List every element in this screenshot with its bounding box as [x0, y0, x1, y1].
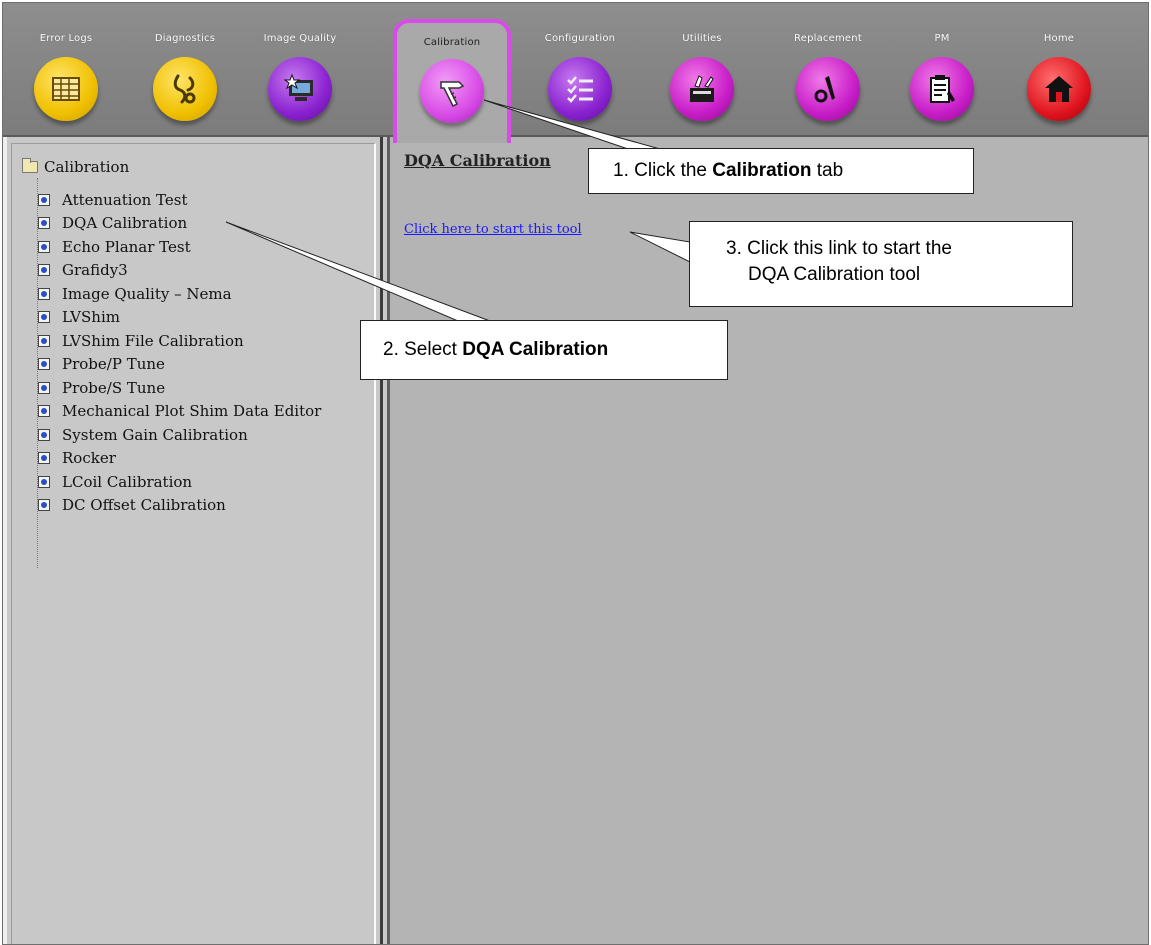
- tab-configuration[interactable]: Configuration: [521, 15, 639, 135]
- document-icon: [38, 405, 50, 418]
- tree-view: Calibration Attenuation Test DQA Calibra…: [11, 143, 376, 944]
- tab-label: Configuration: [544, 33, 616, 44]
- document-icon: [38, 311, 50, 324]
- document-icon: [38, 193, 50, 206]
- document-icon: [38, 381, 50, 394]
- callout-text: 2. Select: [383, 339, 463, 360]
- tree-item-system-gain-calibration[interactable]: System Gain Calibration: [38, 423, 321, 447]
- tree-item-lvshim-file-calibration[interactable]: LVShim File Calibration: [38, 329, 321, 353]
- home-icon: [1027, 57, 1091, 121]
- tab-diagnostics[interactable]: Diagnostics: [126, 15, 244, 135]
- tab-error-logs[interactable]: Error Logs: [7, 15, 125, 135]
- page-title: DQA Calibration: [404, 151, 551, 170]
- document-icon: [38, 334, 50, 347]
- tree-item-label: System Gain Calibration: [62, 425, 248, 444]
- tab-image-quality[interactable]: Image Quality: [241, 15, 359, 135]
- start-tool-link[interactable]: Click here to start this tool: [404, 222, 582, 237]
- tree-item-attenuation-test[interactable]: Attenuation Test: [38, 188, 321, 212]
- sidebar: Calibration Attenuation Test DQA Calibra…: [3, 137, 383, 944]
- tree-item-dqa-calibration[interactable]: DQA Calibration: [38, 212, 321, 236]
- document-icon: [38, 264, 50, 277]
- tree-item-rocker[interactable]: Rocker: [38, 447, 321, 471]
- callout-bold-text: DQA Calibration: [462, 339, 609, 360]
- tree-item-label: Rocker: [62, 449, 116, 468]
- tree-item-label: LVShim File Calibration: [62, 331, 244, 350]
- callout-text: DQA Calibration tool: [748, 264, 921, 285]
- stethoscope-icon: [153, 57, 217, 121]
- document-icon: [38, 499, 50, 512]
- document-icon: [38, 217, 50, 230]
- tree-root-label: Calibration: [44, 158, 130, 176]
- caliper-icon: [420, 59, 484, 123]
- document-icon: [38, 452, 50, 465]
- tab-label: Home: [1043, 33, 1075, 44]
- tree-item-label: Attenuation Test: [62, 190, 188, 209]
- tree-item-dc-offset-calibration[interactable]: DC Offset Calibration: [38, 494, 321, 518]
- toolbox-icon: [670, 57, 734, 121]
- tree-item-echo-planar-test[interactable]: Echo Planar Test: [38, 235, 321, 259]
- tree-item-label: Probe/S Tune: [62, 378, 166, 397]
- tree-item-label: DQA Calibration: [62, 214, 188, 233]
- tree-item-label: Probe/P Tune: [62, 355, 165, 374]
- tree-item-label: LVShim: [62, 308, 120, 327]
- clipboard-icon: [910, 57, 974, 121]
- tree-root-calibration[interactable]: Calibration: [22, 158, 129, 176]
- tab-label: Diagnostics: [154, 33, 216, 44]
- tab-label: Calibration: [423, 37, 481, 48]
- monitor-star-icon: [268, 57, 332, 121]
- tree-item-label: LCoil Calibration: [62, 472, 193, 491]
- tab-label: Error Logs: [39, 33, 93, 44]
- document-icon: [38, 475, 50, 488]
- tab-utilities[interactable]: Utilities: [643, 15, 761, 135]
- callout-text: 3. Click this link to start the: [726, 238, 952, 259]
- tab-replacement[interactable]: Replacement: [769, 15, 887, 135]
- grid-icon: [34, 57, 98, 121]
- tree-item-lvshim[interactable]: LVShim: [38, 306, 321, 330]
- document-icon: [38, 358, 50, 371]
- callout-text: tab: [811, 160, 844, 181]
- callout-text: 1. Click the: [613, 160, 713, 181]
- tree-item-label: Image Quality – Nema: [62, 284, 232, 303]
- folder-icon: [22, 158, 38, 173]
- tab-bar: Error Logs Diagnostics Image Quality Cal…: [3, 3, 1148, 143]
- document-icon: [38, 240, 50, 253]
- callout-step-2: 2. Select DQA Calibration: [360, 320, 728, 380]
- tree-item-label: Grafidy3: [62, 261, 128, 280]
- tab-label: Image Quality: [263, 33, 337, 44]
- tree-list: Attenuation Test DQA Calibration Echo Pl…: [38, 188, 321, 517]
- tree-item-probe-p-tune[interactable]: Probe/P Tune: [38, 353, 321, 377]
- tab-pm[interactable]: PM: [883, 15, 1001, 135]
- callout-bold-text: Calibration: [712, 160, 812, 181]
- wrench-icon: [796, 57, 860, 121]
- tree-item-mechanical-plot-shim-data-editor[interactable]: Mechanical Plot Shim Data Editor: [38, 400, 321, 424]
- tree-item-label: Echo Planar Test: [62, 237, 191, 256]
- tree-item-lcoil-calibration[interactable]: LCoil Calibration: [38, 470, 321, 494]
- document-icon: [38, 428, 50, 441]
- tab-label: PM: [934, 33, 950, 44]
- application-window: Error Logs Diagnostics Image Quality Cal…: [2, 2, 1149, 945]
- tab-label: Utilities: [682, 33, 722, 44]
- tab-home[interactable]: Home: [1000, 15, 1118, 135]
- tree-item-image-quality-nema[interactable]: Image Quality – Nema: [38, 282, 321, 306]
- document-icon: [38, 287, 50, 300]
- callout-step-1: 1. Click the Calibration tab: [588, 148, 974, 194]
- tree-item-grafidy3[interactable]: Grafidy3: [38, 259, 321, 283]
- tree-item-label: DC Offset Calibration: [62, 496, 226, 515]
- checklist-icon: [548, 57, 612, 121]
- tab-label: Replacement: [794, 33, 862, 44]
- tree-item-label: Mechanical Plot Shim Data Editor: [62, 402, 322, 421]
- callout-step-3: 3. Click this link to start the DQA Cali…: [689, 221, 1073, 307]
- tree-item-probe-s-tune[interactable]: Probe/S Tune: [38, 376, 321, 400]
- tab-calibration[interactable]: Calibration: [393, 19, 511, 143]
